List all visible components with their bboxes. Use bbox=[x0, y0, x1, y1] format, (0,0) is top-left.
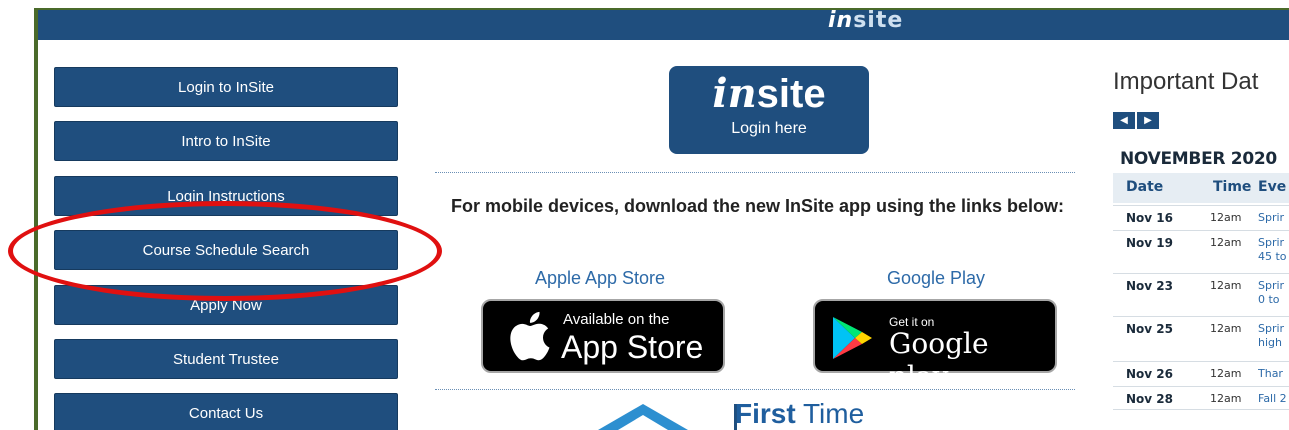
calendar-row: Nov 25 12am Sprir high bbox=[1113, 316, 1289, 360]
divider bbox=[435, 389, 1075, 390]
row-time: 12am bbox=[1210, 236, 1242, 249]
app-store-small-text: Available on the bbox=[563, 311, 670, 328]
col-time: Time bbox=[1213, 179, 1252, 195]
app-store-badge[interactable]: Available on the App Store bbox=[481, 299, 725, 373]
important-dates-title: Important Dat bbox=[1113, 68, 1259, 95]
mobile-instructions: For mobile devices, download the new InS… bbox=[450, 196, 1065, 216]
row-time: 12am bbox=[1210, 367, 1242, 380]
row-time: 12am bbox=[1210, 322, 1242, 335]
calendar-row: Nov 28 12am Fall 2 bbox=[1113, 386, 1289, 410]
nav-apply-now-button[interactable]: Apply Now bbox=[54, 285, 398, 325]
first-time-heading: First Time bbox=[735, 398, 865, 429]
nav-login-instructions-button[interactable]: Login Instructions bbox=[54, 176, 398, 216]
insite-login-button[interactable]: insite Login here bbox=[669, 66, 869, 154]
google-play-badge[interactable]: Get it on Google play bbox=[813, 299, 1057, 393]
insite-logo: insite bbox=[712, 70, 826, 117]
row-time: 12am bbox=[1210, 279, 1242, 292]
google-play-link[interactable]: Google Play bbox=[836, 268, 1036, 289]
calendar-row: Nov 26 12am Thar bbox=[1113, 361, 1289, 385]
prev-month-button[interactable]: ◀ bbox=[1113, 112, 1135, 129]
col-event: Eve bbox=[1258, 179, 1287, 195]
nav-login-to-insite-button[interactable]: Login to InSite bbox=[54, 67, 398, 107]
calendar-row: Nov 19 12am Sprir 45 to bbox=[1113, 230, 1289, 270]
google-play-icon bbox=[833, 317, 872, 359]
app-store-big-text: App Store bbox=[561, 329, 704, 365]
row-time: 12am bbox=[1210, 211, 1242, 224]
first-time-logo-icon bbox=[598, 404, 688, 430]
top-banner: insite bbox=[38, 8, 1289, 40]
apple-store-link[interactable]: Apple App Store bbox=[500, 268, 700, 289]
row-event-link[interactable]: Thar bbox=[1258, 367, 1289, 381]
nav-student-trustee-button[interactable]: Student Trustee bbox=[54, 339, 398, 379]
apple-logo-icon bbox=[510, 311, 550, 361]
nav-intro-to-insite-button[interactable]: Intro to InSite bbox=[54, 121, 398, 161]
banner-logo: insite bbox=[828, 8, 904, 33]
row-date: Nov 28 bbox=[1126, 392, 1173, 406]
triangle-right-icon: ▶ bbox=[1144, 115, 1152, 126]
next-month-button[interactable]: ▶ bbox=[1137, 112, 1159, 129]
row-date: Nov 19 bbox=[1126, 236, 1173, 250]
calendar-row: Nov 16 12am Sprir bbox=[1113, 205, 1289, 229]
divider bbox=[435, 172, 1075, 173]
calendar-month: NOVEMBER 2020 bbox=[1120, 149, 1277, 169]
triangle-left-icon: ◀ bbox=[1120, 115, 1128, 126]
row-event-link[interactable]: Sprir high bbox=[1258, 322, 1289, 350]
google-play-big-text: Google play bbox=[889, 327, 989, 393]
col-date: Date bbox=[1126, 179, 1164, 195]
row-date: Nov 25 bbox=[1126, 322, 1173, 336]
row-event-link[interactable]: Sprir 0 to bbox=[1258, 279, 1289, 307]
row-date: Nov 26 bbox=[1126, 367, 1173, 381]
row-event-link[interactable]: Fall 2 bbox=[1258, 392, 1289, 406]
row-time: 12am bbox=[1210, 392, 1242, 405]
row-date: Nov 23 bbox=[1126, 279, 1173, 293]
calendar-header: Date Time Eve bbox=[1113, 173, 1289, 203]
row-event-link[interactable]: Sprir 45 to bbox=[1258, 236, 1289, 264]
nav-contact-us-button[interactable]: Contact Us bbox=[54, 393, 398, 430]
row-event-link[interactable]: Sprir bbox=[1258, 211, 1289, 225]
nav-course-schedule-search-button[interactable]: Course Schedule Search bbox=[54, 230, 398, 270]
calendar-row: Nov 23 12am Sprir 0 to bbox=[1113, 273, 1289, 315]
row-date: Nov 16 bbox=[1126, 211, 1173, 225]
insite-login-label: Login here bbox=[731, 120, 807, 137]
